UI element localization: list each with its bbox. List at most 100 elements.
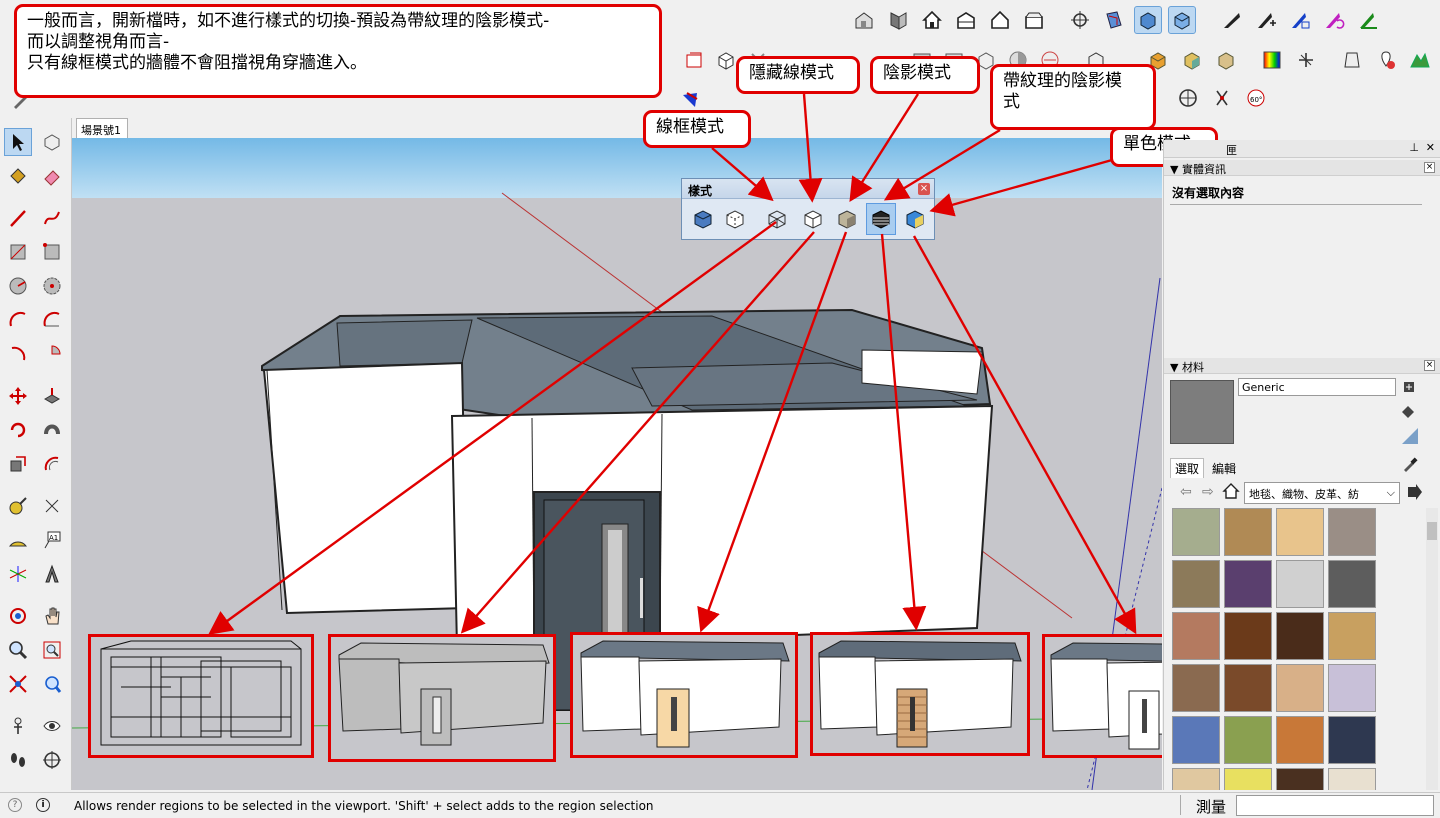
line-tool-icon[interactable] [4,204,32,232]
viewport[interactable] [72,138,1162,790]
section-plane-tool-icon[interactable] [38,746,66,774]
geo-location-icon[interactable]: ? [8,798,22,812]
material-swatch[interactable] [1224,768,1272,790]
scene-tab[interactable]: 場景號1 [76,118,128,138]
zoom-extents-icon[interactable] [4,670,32,698]
material-swatch[interactable] [1172,716,1220,764]
offset-icon[interactable] [38,450,66,478]
walk-icon[interactable] [4,746,32,774]
protractor-tool-icon[interactable] [4,526,32,554]
sandbox-stamp-icon[interactable] [1286,6,1314,34]
protractor-icon[interactable] [1174,84,1202,112]
previous-view-icon[interactable] [38,670,66,698]
freehand-icon[interactable] [38,204,66,232]
axes-tool-icon[interactable] [1292,46,1320,74]
terrain-icon[interactable] [1406,46,1434,74]
rectangle-icon[interactable] [4,238,32,266]
entity-info-header[interactable]: ▼ 實體資訊 × [1164,160,1440,176]
pie-icon[interactable] [38,340,66,368]
scale-icon[interactable] [4,450,32,478]
pan-icon[interactable] [38,602,66,630]
eraser-icon[interactable] [38,162,66,190]
section-fill-icon[interactable] [1168,6,1196,34]
entity-info-close-icon[interactable]: × [1424,162,1435,173]
wireframe-icon[interactable] [762,203,792,235]
iso-view-icon[interactable] [850,6,878,34]
back-view-icon[interactable] [986,6,1014,34]
two-point-arc-icon[interactable] [38,306,66,334]
tray-close-icon[interactable]: ✕ [1426,141,1435,154]
material-swatch[interactable] [1172,508,1220,556]
details-arrow-icon[interactable] [1406,484,1422,500]
rotated-rectangle-icon[interactable] [38,238,66,266]
tab-edit[interactable]: 編輯 [1212,460,1236,477]
entity-info-collapse-icon[interactable]: ▼ [1170,163,1178,176]
arc-icon[interactable] [4,306,32,334]
material-swatch[interactable] [1276,560,1324,608]
sandbox-flip-edge-icon[interactable] [1320,6,1348,34]
zoom-icon[interactable] [4,636,32,664]
polygon-icon[interactable] [38,272,66,300]
three-point-arc-icon[interactable] [4,340,32,368]
look-around-icon[interactable] [38,712,66,740]
text-tool-icon[interactable]: A1 [38,526,66,554]
home-icon[interactable] [1222,482,1240,500]
swatch-scrollbar[interactable] [1426,508,1438,790]
3d-text-icon[interactable] [38,560,66,588]
material-swatch[interactable] [1328,508,1376,556]
color-picker-icon[interactable] [1258,46,1286,74]
dimensions-icon[interactable] [38,492,66,520]
add-location-icon[interactable] [1372,46,1400,74]
zoom-window-icon[interactable] [38,636,66,664]
texture-position-icon[interactable] [1212,46,1240,74]
tray-pin-icon[interactable]: ⊥ [1409,141,1419,154]
material-swatch[interactable] [1224,508,1272,556]
shaded-icon[interactable] [832,203,862,235]
create-material-icon[interactable] [1402,380,1416,394]
material-swatch[interactable] [1224,560,1272,608]
eyedropper-icon[interactable] [1402,456,1418,472]
section-plane-icon[interactable] [1100,6,1128,34]
styles-toolbar-close-button[interactable]: × [918,183,930,195]
shaded-textures-icon[interactable] [866,203,896,235]
material-swatch[interactable] [1224,664,1272,712]
sample-paint-icon[interactable] [1400,426,1420,446]
axes-icon[interactable] [4,560,32,588]
secondary-paint-icon[interactable] [1400,404,1418,420]
dimension-icon[interactable] [1208,84,1236,112]
swatch-scrollbar-thumb[interactable] [1427,522,1437,540]
material-category-select[interactable]: 地毯、織物、皮革、紡 ⌵ [1244,482,1400,504]
select-tool-icon[interactable] [4,128,32,156]
tape-measure-icon[interactable] [4,492,32,520]
sandbox-add-detail-icon[interactable] [1252,6,1280,34]
material-swatch[interactable] [1328,716,1376,764]
match-photo-icon[interactable] [1178,46,1206,74]
position-camera-icon[interactable] [1066,6,1094,34]
xray-icon[interactable] [688,203,718,235]
sandbox-drape-icon[interactable] [1354,6,1382,34]
angle-60-icon[interactable]: 60° [1242,84,1270,112]
top-view-icon[interactable] [884,6,912,34]
monochrome-icon[interactable] [900,203,930,235]
hidden-line-icon[interactable] [798,203,828,235]
material-name-input[interactable] [1238,378,1396,396]
material-swatch[interactable] [1224,716,1272,764]
sandbox-smoove-icon[interactable] [1218,6,1246,34]
back-edges-icon[interactable] [720,203,750,235]
orbit-icon[interactable] [4,602,32,630]
left-view-icon[interactable] [1020,6,1048,34]
material-swatch[interactable] [1328,768,1376,790]
info-icon[interactable]: i [36,798,50,812]
circle-icon[interactable] [4,272,32,300]
measurements-input[interactable] [1236,795,1434,816]
materials-collapse-icon[interactable]: ▼ [1170,361,1178,374]
materials-header[interactable]: ▼ 材料 × [1164,358,1440,374]
material-swatch[interactable] [1276,612,1324,660]
material-swatch[interactable] [1328,560,1376,608]
material-swatch[interactable] [1276,508,1324,556]
push-pull-icon[interactable] [38,382,66,410]
material-swatch[interactable] [1276,768,1324,790]
material-swatch[interactable] [1172,768,1220,790]
forward-arrow-icon[interactable]: ⇨ [1202,484,1214,500]
material-swatch[interactable] [1276,664,1324,712]
